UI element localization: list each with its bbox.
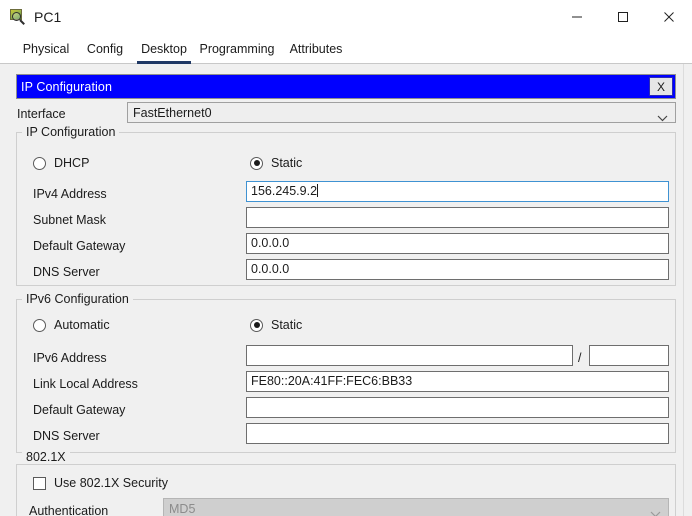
static-ipv6-radio-label: Static bbox=[271, 318, 303, 332]
tab-programming[interactable]: Programming bbox=[199, 34, 275, 64]
ipv4-default-gateway-value: 0.0.0.0 bbox=[251, 236, 290, 250]
chevron-down-icon bbox=[650, 507, 661, 516]
ipv6-default-gateway-label: Default Gateway bbox=[33, 403, 126, 417]
tab-attributes[interactable]: Attributes bbox=[282, 34, 350, 64]
static-ipv4-radio[interactable]: Static bbox=[250, 156, 302, 170]
authentication-dropdown[interactable]: MD5 bbox=[163, 498, 669, 516]
tab-config[interactable]: Config bbox=[80, 34, 130, 64]
dot1x-group-title: 802.1X bbox=[22, 450, 70, 464]
ipv6-dns-server-label: DNS Server bbox=[33, 429, 100, 443]
ipv6-address-input[interactable] bbox=[246, 345, 573, 366]
ipv6-configuration-group-title: IPv6 Configuration bbox=[22, 292, 133, 306]
window-titlebar: PC1 bbox=[0, 0, 692, 34]
ipv4-dns-server-input[interactable]: 0.0.0.0 bbox=[246, 259, 669, 280]
radio-circle-filled-icon bbox=[250, 318, 263, 332]
ipv4-address-label: IPv4 Address bbox=[33, 187, 107, 201]
ipv6-address-label: IPv6 Address bbox=[33, 351, 107, 365]
dhcp-radio-label: DHCP bbox=[54, 156, 90, 170]
radio-circle-icon bbox=[33, 318, 46, 332]
ipv4-dns-server-value: 0.0.0.0 bbox=[251, 262, 290, 276]
tab-desktop-label: Desktop bbox=[141, 42, 187, 56]
close-icon[interactable] bbox=[646, 0, 692, 34]
packet-tracer-device-icon bbox=[9, 9, 25, 25]
chevron-down-icon bbox=[657, 111, 668, 125]
window-title: PC1 bbox=[34, 9, 62, 25]
pc-configuration-window: PC1 Physical Config Desktop Programming bbox=[0, 0, 692, 516]
desktop-content-pane: IP Configuration X Interface FastEtherne… bbox=[0, 64, 692, 516]
ip-configuration-close-button[interactable]: X bbox=[649, 77, 673, 96]
tab-config-label: Config bbox=[86, 42, 124, 56]
minimize-icon[interactable] bbox=[554, 0, 600, 34]
ipv6-dns-server-input[interactable] bbox=[246, 423, 669, 444]
ipv6-prefix-length-input[interactable] bbox=[589, 345, 669, 366]
authentication-dropdown-value: MD5 bbox=[169, 501, 196, 516]
static-ipv4-radio-label: Static bbox=[271, 156, 303, 170]
tab-programming-label: Programming bbox=[199, 42, 275, 56]
automatic-ipv6-radio-label: Automatic bbox=[54, 318, 110, 332]
subnet-mask-label: Subnet Mask bbox=[33, 213, 106, 227]
ip-configuration-close-label: X bbox=[656, 79, 665, 94]
ipv6-default-gateway-input[interactable] bbox=[246, 397, 669, 418]
interface-dropdown[interactable]: FastEthernet0 bbox=[127, 102, 676, 123]
ipv4-configuration-group-title: IP Configuration bbox=[22, 125, 120, 139]
link-local-address-input[interactable]: FE80::20A:41FF:FEC6:BB33 bbox=[246, 371, 669, 392]
tab-desktop[interactable]: Desktop bbox=[137, 34, 191, 64]
use-dot1x-security-checkbox[interactable]: Use 802.1X Security bbox=[33, 476, 168, 490]
ipv4-default-gateway-input[interactable]: 0.0.0.0 bbox=[246, 233, 669, 254]
ipv4-address-value: 156.245.9.2 bbox=[251, 184, 318, 198]
use-dot1x-security-label: Use 802.1X Security bbox=[54, 476, 168, 490]
tab-physical-label: Physical bbox=[22, 42, 70, 56]
ipv4-default-gateway-label: Default Gateway bbox=[33, 239, 126, 253]
tab-physical[interactable]: Physical bbox=[18, 34, 74, 64]
interface-label: Interface bbox=[17, 107, 66, 121]
tab-attributes-label: Attributes bbox=[289, 42, 343, 56]
link-local-address-label: Link Local Address bbox=[33, 377, 138, 391]
ipv4-address-input[interactable]: 156.245.9.2 bbox=[246, 181, 669, 202]
checkbox-square-icon bbox=[33, 476, 46, 490]
static-ipv6-radio[interactable]: Static bbox=[250, 318, 302, 332]
ipv6-prefix-separator: / bbox=[578, 351, 582, 365]
maximize-icon[interactable] bbox=[600, 0, 646, 34]
tab-bar: Physical Config Desktop Programming Attr… bbox=[0, 34, 692, 64]
automatic-ipv6-radio[interactable]: Automatic bbox=[33, 318, 110, 332]
content-scrollbar[interactable] bbox=[683, 64, 692, 516]
window-controls bbox=[554, 0, 692, 34]
ipv4-dns-server-label: DNS Server bbox=[33, 265, 100, 279]
interface-dropdown-value: FastEthernet0 bbox=[133, 105, 212, 120]
subnet-mask-input[interactable] bbox=[246, 207, 669, 228]
authentication-label: Authentication bbox=[29, 504, 109, 516]
ip-configuration-caption-bar: IP Configuration X bbox=[16, 74, 676, 99]
link-local-address-value: FE80::20A:41FF:FEC6:BB33 bbox=[251, 374, 413, 388]
dhcp-radio[interactable]: DHCP bbox=[33, 156, 89, 170]
ip-configuration-caption-label: IP Configuration bbox=[21, 79, 113, 94]
radio-circle-icon bbox=[33, 156, 46, 170]
radio-circle-filled-icon bbox=[250, 156, 263, 170]
text-caret bbox=[317, 184, 319, 197]
